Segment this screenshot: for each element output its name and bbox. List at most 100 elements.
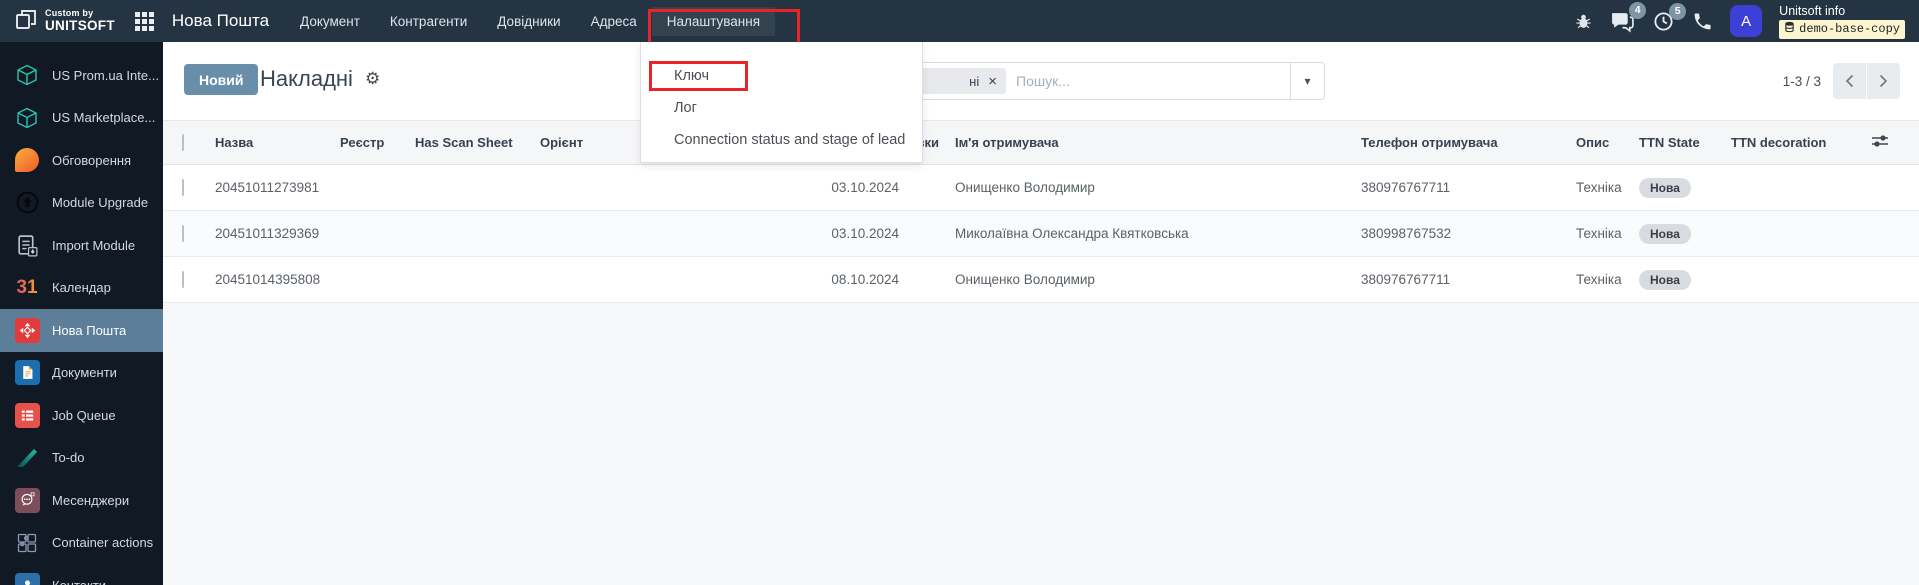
- menu-item-contractors[interactable]: Контрагенти: [375, 7, 482, 36]
- cell-name: 20451014395808: [207, 256, 332, 303]
- calendar-icon: 31: [16, 276, 38, 298]
- records-table: Назва Реєстр Has Scan Sheet Орієнт вки І…: [163, 120, 1919, 303]
- unitsoft-logo: Custom by UNITSOFT: [14, 7, 115, 36]
- job-queue-icon: [13, 401, 41, 429]
- sidebar-item-documents[interactable]: Документи: [0, 352, 163, 395]
- cube-icon: [13, 104, 41, 132]
- pager-previous-button[interactable]: [1833, 63, 1866, 99]
- debug-bug-icon[interactable]: [1574, 12, 1593, 31]
- main-menu: Документ Контрагенти Довідники Адреса На…: [285, 0, 801, 46]
- pager-next-button[interactable]: [1867, 63, 1900, 99]
- cell-has-scan-sheet: [407, 256, 532, 303]
- search-input[interactable]: [1016, 73, 1216, 89]
- status-badge: Нова: [1639, 223, 1691, 244]
- database-badge: demo-base-copy: [1779, 19, 1905, 39]
- column-header-ttn-state[interactable]: TTN State: [1631, 120, 1723, 165]
- discuss-icon: [13, 146, 41, 174]
- puzzle-icon: [13, 529, 41, 557]
- sidebar-item-discuss[interactable]: Обговорення: [0, 139, 163, 182]
- database-icon: [1784, 21, 1795, 38]
- apps-grid-icon[interactable]: [134, 11, 154, 31]
- user-avatar[interactable]: A: [1730, 5, 1763, 37]
- cube-icon: [13, 61, 41, 89]
- cell-registry: [332, 210, 407, 257]
- sidebar-item-module-upgrade[interactable]: Module Upgrade: [0, 182, 163, 225]
- cell-phone: 380976767711: [1353, 164, 1568, 211]
- nova-poshta-icon: [13, 316, 41, 344]
- select-all-checkbox[interactable]: [182, 134, 184, 151]
- row-checkbox[interactable]: [182, 179, 184, 196]
- import-icon: [13, 231, 41, 259]
- column-header-name[interactable]: Назва: [207, 120, 332, 165]
- menu-item-settings[interactable]: Налаштування: [647, 6, 801, 46]
- chevron-down-icon: ▾: [1304, 74, 1311, 88]
- facet-close-icon[interactable]: ×: [988, 74, 997, 89]
- status-badge: Нова: [1639, 177, 1691, 198]
- cell-has-scan-sheet: [407, 164, 532, 211]
- select-all-header[interactable]: [163, 120, 207, 165]
- todo-icon: [13, 444, 41, 472]
- cell-ttn-decoration: [1723, 256, 1863, 303]
- documents-icon: [13, 359, 41, 387]
- sidebar-item-job-queue[interactable]: Job Queue: [0, 394, 163, 437]
- optional-columns-icon[interactable]: [1871, 135, 1889, 151]
- messengers-icon: [13, 486, 41, 514]
- sidebar-item-calendar[interactable]: 31 Календар: [0, 267, 163, 310]
- messages-count-badge: 4: [1629, 1, 1647, 19]
- pager: 1-3 / 3: [1783, 63, 1900, 99]
- row-checkbox[interactable]: [182, 225, 184, 242]
- sidebar-item-contacts[interactable]: Контакти: [0, 564, 163, 585]
- search-facet: ні ×: [914, 68, 1006, 94]
- sidebar-item-messengers[interactable]: Месенджери: [0, 479, 163, 522]
- sidebar-item-container-actions[interactable]: Container actions: [0, 522, 163, 565]
- contacts-icon: [13, 571, 41, 585]
- row-checkbox[interactable]: [182, 271, 184, 288]
- search-options-toggle[interactable]: ▾: [1290, 63, 1324, 99]
- column-header-ttn-decoration[interactable]: TTN decoration: [1723, 120, 1863, 165]
- column-header-registry[interactable]: Реєстр: [332, 120, 407, 165]
- cell-phone: 380976767711: [1353, 256, 1568, 303]
- column-header-has-scan-sheet[interactable]: Has Scan Sheet: [407, 120, 532, 165]
- cell-ttn-decoration: [1723, 164, 1863, 211]
- sidebar-item-us-marketplace[interactable]: US Marketplace...: [0, 97, 163, 140]
- menu-item-document[interactable]: Документ: [285, 7, 375, 36]
- activities-count-badge: 5: [1669, 2, 1687, 20]
- cell-ttn-state: Нова: [1631, 210, 1723, 257]
- new-button[interactable]: Новий: [184, 64, 259, 95]
- sidebar-item-todo[interactable]: To-do: [0, 437, 163, 480]
- gear-icon[interactable]: ⚙: [365, 69, 380, 89]
- sidebar-item-us-promua[interactable]: US Prom.ua Inte...: [0, 54, 163, 97]
- status-badge: Нова: [1639, 269, 1691, 290]
- table-row[interactable]: 20451014395808 08.10.2024 Онищенко Волод…: [163, 256, 1919, 303]
- cell-phone: 380998767532: [1353, 210, 1568, 257]
- column-header-recipient[interactable]: Ім'я отримувача: [947, 120, 1353, 165]
- phone-icon[interactable]: [1692, 11, 1713, 32]
- dropdown-item-log[interactable]: Лог: [641, 92, 922, 124]
- menu-item-addresses[interactable]: Адреса: [576, 7, 652, 36]
- messages-icon[interactable]: 4: [1610, 1, 1647, 34]
- cell-date: 03.10.2024: [532, 210, 947, 257]
- optional-columns-header[interactable]: [1863, 120, 1919, 165]
- app-title: Нова Пошта: [171, 11, 270, 30]
- page-title: Накладні: [260, 66, 353, 91]
- dropdown-item-key[interactable]: Ключ: [641, 60, 922, 92]
- user-info-block[interactable]: Unitsoft info demo-base-copy: [1779, 4, 1905, 39]
- table-row[interactable]: 20451011273981 03.10.2024 Онищенко Волод…: [163, 164, 1919, 211]
- cell-description: Техніка: [1568, 164, 1631, 211]
- dropdown-item-connection-status[interactable]: Connection status and stage of lead: [641, 124, 922, 156]
- settings-dropdown: Ключ Лог Connection status and stage of …: [640, 42, 923, 163]
- activities-clock-icon[interactable]: 5: [1652, 2, 1687, 33]
- facet-value: ні: [969, 73, 980, 89]
- menu-item-directories[interactable]: Довідники: [482, 7, 575, 36]
- sidebar-item-import-module[interactable]: Import Module: [0, 224, 163, 267]
- table-row[interactable]: 20451011329369 03.10.2024 Миколаївна Оле…: [163, 210, 1919, 257]
- cell-has-scan-sheet: [407, 210, 532, 257]
- cell-registry: [332, 164, 407, 211]
- column-header-description[interactable]: Опис: [1568, 120, 1631, 165]
- topbar: Custom by UNITSOFT Нова Пошта Документ К…: [0, 0, 1919, 46]
- empty-area: [163, 302, 1919, 585]
- main-content: Новий Накладні ⚙ ні × ▾ 1-3 / 3: [163, 42, 1919, 585]
- cell-ttn-state: Нова: [1631, 164, 1723, 211]
- column-header-phone[interactable]: Телефон отримувача: [1353, 120, 1568, 165]
- sidebar-item-nova-poshta[interactable]: Нова Пошта: [0, 309, 163, 352]
